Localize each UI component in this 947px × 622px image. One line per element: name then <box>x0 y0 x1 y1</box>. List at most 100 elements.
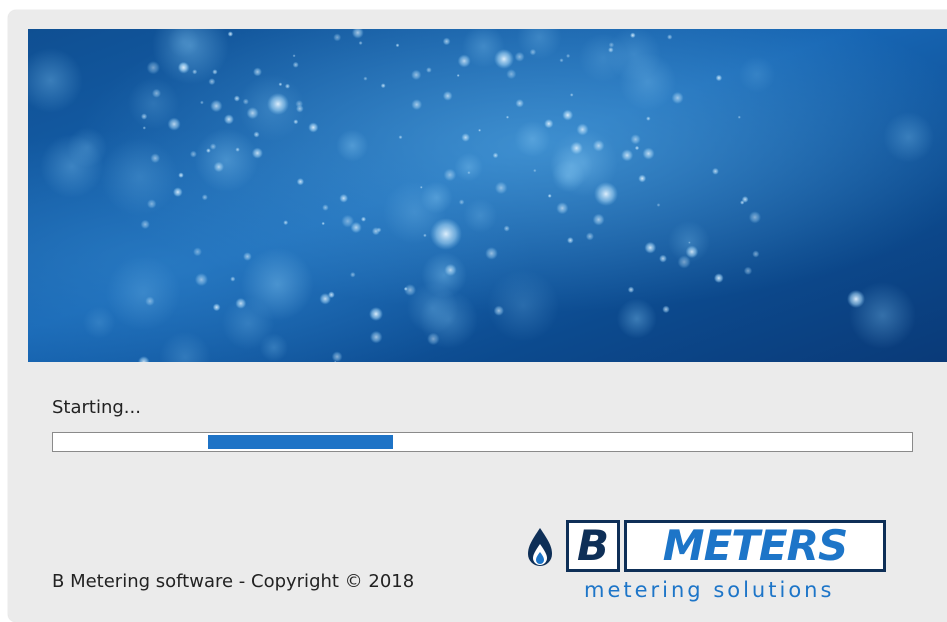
bokeh-particle <box>423 233 427 238</box>
bokeh-particle <box>514 51 525 62</box>
bokeh-particle <box>515 99 524 108</box>
bokeh-particle <box>529 48 537 56</box>
bokeh-particle <box>209 143 217 150</box>
bokeh-particle <box>659 254 667 263</box>
bokeh-particle <box>150 153 161 164</box>
bokeh-particle <box>642 147 655 160</box>
bokeh-particle <box>419 185 423 189</box>
bokeh-particle <box>235 147 240 152</box>
bokeh-particle <box>713 273 724 283</box>
bokeh-particle <box>566 53 571 58</box>
bokeh-particle <box>253 131 260 138</box>
progress-bar-fill <box>208 435 393 449</box>
bokeh-particle <box>544 119 554 129</box>
bokeh-particle <box>467 171 471 175</box>
bokeh-particle <box>206 148 211 153</box>
bokeh-particle <box>743 266 753 275</box>
bokeh-blob <box>551 159 585 193</box>
bokeh-particle <box>360 216 367 222</box>
bokeh-blob <box>106 255 181 331</box>
bokeh-highlight <box>594 182 618 206</box>
bokeh-particle <box>333 33 342 42</box>
bokeh-particle <box>235 297 247 309</box>
bokeh-particle <box>398 135 403 140</box>
bokeh-particle <box>547 193 552 198</box>
bokeh-particle <box>485 247 498 260</box>
bokeh-particle <box>230 276 236 282</box>
bokeh-blob <box>336 129 369 162</box>
bokeh-particle <box>592 213 605 226</box>
bokeh-particle <box>506 69 517 80</box>
bokeh-particle <box>667 34 673 40</box>
bokeh-particle <box>630 32 636 39</box>
bokeh-background-image <box>28 29 947 362</box>
bokeh-particle <box>711 167 719 175</box>
bokeh-blob <box>82 306 116 339</box>
bokeh-particle <box>210 99 223 113</box>
bokeh-particle <box>177 61 190 74</box>
bokeh-particle <box>253 67 262 77</box>
bokeh-blob <box>619 53 677 111</box>
bokeh-particle <box>223 114 234 125</box>
bokeh-particle <box>752 250 760 258</box>
bokeh-particle <box>233 95 240 102</box>
bokeh-particle <box>494 181 508 195</box>
bokeh-particle <box>193 247 202 257</box>
bokeh-particle <box>411 99 423 111</box>
bokeh-particle <box>212 303 221 312</box>
bokeh-highlight <box>267 93 289 115</box>
bokeh-particle <box>644 241 657 254</box>
bokeh-particle <box>592 139 605 152</box>
bokeh-particle <box>284 83 291 89</box>
bokeh-particle <box>621 149 634 162</box>
bokeh-particle <box>456 74 460 77</box>
bokeh-particle <box>533 168 537 173</box>
bokeh-particle <box>201 194 208 201</box>
bokeh-particle <box>339 193 349 203</box>
bokeh-particle <box>630 134 641 145</box>
bokeh-particle <box>403 286 408 291</box>
bokeh-particle <box>627 286 635 293</box>
bokeh-particle <box>503 225 510 232</box>
bokeh-particle <box>243 252 252 261</box>
bokeh-particle <box>638 174 647 183</box>
bokeh-particle <box>656 203 661 207</box>
copyright-text: B Metering software - Copyright © 2018 <box>52 571 415 592</box>
bokeh-particle <box>671 91 684 104</box>
bokeh-particle <box>461 133 470 142</box>
bokeh-particle <box>350 271 356 278</box>
bokeh-particle <box>715 74 723 82</box>
bokeh-highlight <box>494 49 514 69</box>
bokeh-particle <box>740 200 745 205</box>
bokeh-particle <box>227 31 234 37</box>
progress-bar <box>52 432 913 452</box>
bokeh-particle <box>737 115 741 119</box>
bokeh-particle <box>442 37 451 46</box>
logo-word-box: METERS <box>624 520 886 572</box>
bokeh-particle <box>246 107 259 120</box>
bokeh-particle <box>748 211 762 224</box>
splash-window: Starting... B Metering software - Copyri… <box>8 10 947 622</box>
bokeh-particle <box>146 199 157 209</box>
bokeh-particle <box>570 141 583 155</box>
bokeh-particle <box>295 104 304 113</box>
logo-word: METERS <box>662 521 848 570</box>
bokeh-particle <box>194 273 208 287</box>
bokeh-particle <box>167 117 181 131</box>
bokeh-blob <box>194 128 259 192</box>
bokeh-particle <box>562 109 574 121</box>
bokeh-particle <box>608 47 614 53</box>
bokeh-particle <box>213 161 225 173</box>
bokeh-particle <box>242 98 249 105</box>
bokeh-particle <box>363 76 368 81</box>
bokeh-particle <box>369 330 383 344</box>
bokeh-particle <box>319 293 332 305</box>
bokeh-particle <box>376 227 382 233</box>
bokeh-particle <box>411 69 422 81</box>
bokeh-particle <box>443 168 457 182</box>
bokeh-particle <box>292 54 296 58</box>
bokeh-particle <box>442 91 453 101</box>
bokeh-particle <box>458 199 465 205</box>
bokeh-particle <box>380 83 386 89</box>
bokeh-particle <box>151 88 162 98</box>
